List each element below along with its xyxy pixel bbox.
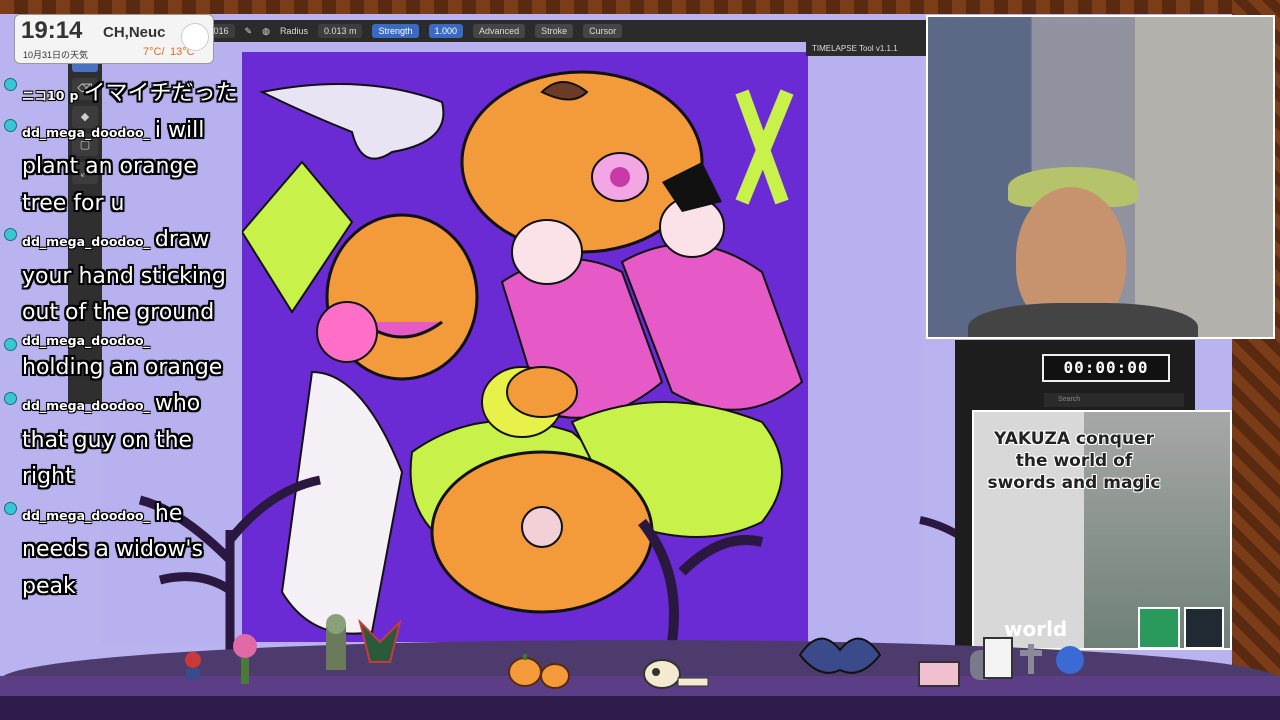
decorative-top-border [0, 0, 1280, 14]
book-cover: YAKUZA conquer the world of swords and m… [972, 410, 1232, 650]
book-title: YAKUZA conquer the world of swords and m… [987, 429, 1161, 493]
chat-message: dd_mega_doodoo_ holding an orange [0, 332, 240, 387]
clock-city: CH,Neuc [103, 24, 166, 41]
chat-badge-text: p [69, 88, 79, 103]
reader-badge-icon [1184, 607, 1224, 648]
skull-sprite-icon [643, 659, 709, 689]
cursor-dropdown[interactable]: Cursor [583, 24, 623, 38]
chat-username: dd_mega_doodoo_ [22, 332, 150, 348]
chat-text: holding an orange [22, 354, 223, 380]
radius-field[interactable]: 0.013 m [317, 24, 363, 38]
graveyard-sprites-icon [970, 637, 1084, 680]
webcam-feed [926, 15, 1275, 339]
globe-icon[interactable]: ◍ [262, 26, 270, 37]
user-badge-icon [4, 501, 17, 515]
paint-icon[interactable]: ✎ [245, 26, 253, 37]
pink-creature-sprite-icon [918, 661, 960, 687]
chat-overlay: ニコ10 p イマイチだった dd_mega_doodoo_ i will pl… [0, 72, 240, 720]
user-badge-icon [4, 78, 17, 91]
flower-monster-sprite-icon [233, 634, 257, 684]
chat-username: dd_mega_doodoo_ [22, 507, 150, 523]
timer-display: 00:00:00 [1042, 354, 1170, 382]
brush-toolbar: al.016 ✎ ◍ Radius 0.013 m Strength 1.000… [190, 20, 930, 42]
user-badge-icon [4, 392, 17, 405]
chat-username: dd_mega_doodoo_ [22, 398, 150, 413]
user-badge-icon [4, 228, 17, 241]
weather-icon [181, 23, 209, 51]
character-sprite-icon [185, 652, 201, 680]
stroke-dropdown[interactable]: Stroke [535, 24, 574, 38]
advanced-dropdown[interactable]: Advanced [473, 24, 526, 38]
webcam-body [968, 303, 1198, 337]
temp-low: 7°C/ [143, 46, 165, 58]
panel-search-input[interactable]: Search [1044, 393, 1184, 407]
timelapse-panel-header[interactable]: TIMELAPSE Tool v1.1.1 [806, 42, 926, 56]
chat-message: ニコ10 p イマイチだった [0, 72, 240, 113]
user-badge-icon [4, 337, 17, 351]
pumpkin-sprite-icon [508, 654, 570, 689]
web-novel-badge-icon [1138, 607, 1180, 648]
strength-field[interactable]: 1.000 [428, 24, 464, 38]
clock-time: 19:14 [21, 17, 83, 44]
user-badge-icon [4, 118, 17, 132]
clock-weather-widget: 19:14 CH,Neuc 10月31日の天気 7°C/ 13°C [14, 14, 214, 64]
chat-username: dd_mega_doodoo_ [22, 124, 150, 140]
chat-username: dd_mega_doodoo_ [22, 234, 150, 249]
chat-username: ニコ10 [22, 88, 65, 103]
weather-date: 10月31日の天気 [23, 50, 89, 60]
zombie-sprite-icon [326, 614, 402, 670]
chat-message: dd_mega_doodoo_ draw your hand sticking … [0, 222, 240, 332]
strength-label[interactable]: Strength [372, 24, 419, 38]
chat-text: イマイチだった [83, 81, 238, 106]
chat-message: dd_mega_doodoo_ he needs a widow's peak [0, 496, 240, 606]
bat-sprite-icon [798, 637, 882, 674]
radius-label: Radius [279, 26, 308, 36]
chat-message: dd_mega_doodoo_ who that guy on the righ… [0, 386, 240, 496]
chat-message: dd_mega_doodoo_ i will plant an orange t… [0, 113, 240, 223]
